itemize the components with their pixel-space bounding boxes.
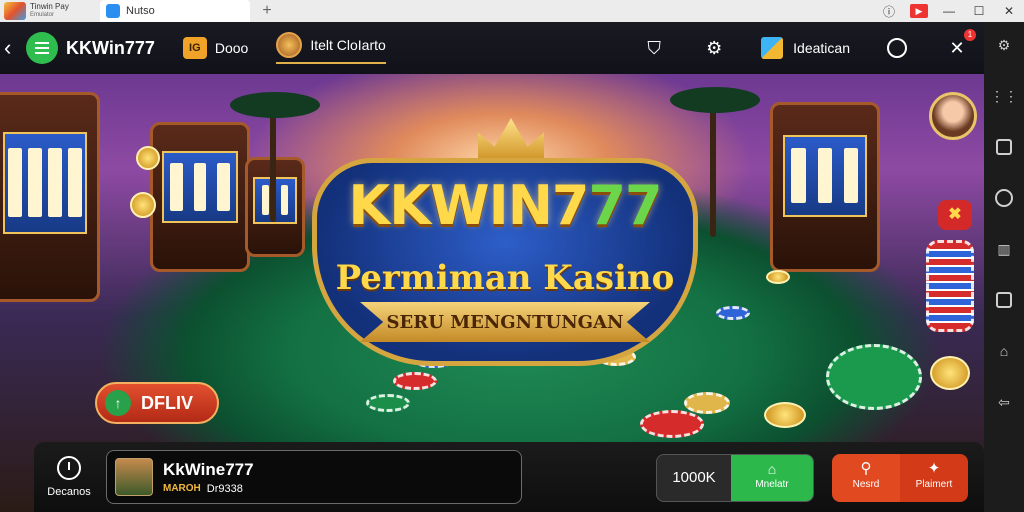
history-button[interactable]: Decanos xyxy=(34,456,104,498)
slot-reels xyxy=(783,134,867,217)
logo-ribbon-text: SERU MENGNTUNGAN xyxy=(386,311,624,333)
game-viewport[interactable]: KKWIN777 Permiman Kasino SERU MENGNTUNGA… xyxy=(0,22,984,512)
back-arrow-icon[interactable]: ⇦ xyxy=(993,391,1015,413)
play-button[interactable]: ↑ DFLIV xyxy=(95,382,219,424)
gold-coin xyxy=(766,270,790,284)
header-actions: ⛉ ⚙ Ideatican ✕ 1 xyxy=(607,22,976,74)
chip-stack-green xyxy=(826,344,922,410)
bottom-bar: Decanos KkWine777 MAROH Dr9338 1000K ⌂ M… xyxy=(34,442,984,512)
chip-icon xyxy=(276,32,303,58)
profile-icon[interactable] xyxy=(884,35,910,61)
play-button-label: DFLIV xyxy=(141,392,193,413)
host-avatar[interactable] xyxy=(929,92,977,140)
settings-icon[interactable]: ⚙ xyxy=(993,34,1015,56)
slot-machine-mid xyxy=(150,122,250,272)
app-name: Tinwin Pay Emulator xyxy=(30,3,88,19)
balance-value: 1000K xyxy=(672,469,716,486)
star-icon: ✦ xyxy=(927,460,941,477)
palm-trunk xyxy=(710,97,716,237)
emulator-sidebar: ⚙ ⋮⋮ ▥ ⌂ ⇦ xyxy=(984,22,1024,512)
gold-coin xyxy=(930,356,970,390)
nav-item-label: Dooo xyxy=(214,40,249,56)
window-icon[interactable] xyxy=(993,289,1015,311)
logo-subtitle: Permiman Kasino xyxy=(335,258,675,298)
home-icon: ⌂ xyxy=(767,461,777,477)
logo-title-digits: 77 xyxy=(588,174,662,237)
logo-title-text: KKWIN7 xyxy=(348,174,589,237)
info-icon[interactable]: ⓘ xyxy=(874,3,904,20)
player-name: KkWine777 xyxy=(163,459,254,479)
player-tag: MAROH xyxy=(163,482,201,494)
dooo-icon: IG xyxy=(182,37,207,59)
search-icon: ⚲ xyxy=(860,460,872,477)
chip-blue xyxy=(716,306,750,320)
deposit-button[interactable]: ⌂ Mnelatr xyxy=(731,455,813,501)
notification-badge: 1 xyxy=(964,29,976,41)
deposit-label: Mnelatr xyxy=(755,479,789,490)
chip-stack-tall xyxy=(926,240,974,332)
slot-reels xyxy=(162,150,238,223)
gold-coin xyxy=(764,402,806,428)
gear-icon[interactable]: ⚙ xyxy=(701,35,727,61)
palm-leaves xyxy=(230,92,320,118)
nav-item-dooo[interactable]: IG Dooo xyxy=(182,37,249,59)
logo-title: KKWIN777 xyxy=(312,174,698,237)
chip-green xyxy=(366,394,410,412)
cube-icon xyxy=(761,37,784,59)
location-icon[interactable]: ⌂ xyxy=(993,340,1015,362)
clock-icon xyxy=(57,456,81,480)
browser-tab[interactable]: Nutso xyxy=(100,0,250,22)
brand-title: KKWin777 xyxy=(66,37,155,58)
chip-red xyxy=(393,372,437,390)
volume-icon[interactable]: ▥ xyxy=(993,238,1015,260)
menu-icon[interactable] xyxy=(26,32,58,64)
chip-red xyxy=(640,410,704,438)
new-tab-plus-icon[interactable]: + xyxy=(256,2,278,20)
tab-label: Nutso xyxy=(126,5,155,17)
app-name-main: Tinwin Pay xyxy=(30,2,69,11)
history-label: Decanos xyxy=(47,486,91,498)
tab-cloud-icon xyxy=(106,4,120,18)
action-buttons: ⚲ Nesrd ✦ Plaimert xyxy=(832,454,968,502)
user-menu[interactable]: Ideatican xyxy=(761,35,850,61)
record-icon[interactable]: ▶ xyxy=(910,4,928,18)
player-id: Dr9338 xyxy=(206,482,243,495)
arrow-up-icon: ↑ xyxy=(105,390,131,416)
slot-machine-left xyxy=(0,92,100,302)
gold-coin xyxy=(136,146,160,170)
app-name-sub: Emulator xyxy=(30,12,55,18)
maximize-icon[interactable]: ☐ xyxy=(964,4,994,18)
window-controls: ⓘ ▶ — ☐ ✕ xyxy=(874,0,1024,22)
game-header: ‹ KKWin777 IG Dooo Itelt CloIarto ⛉ ⚙ Id… xyxy=(0,22,984,74)
close-icon[interactable]: ✕ 1 xyxy=(944,29,976,61)
nav-item-label: Itelt CloIarto xyxy=(310,37,386,53)
palm-trunk xyxy=(270,102,276,222)
search-label: Nesrd xyxy=(852,479,880,490)
player-avatar xyxy=(115,458,153,496)
palm-leaves xyxy=(670,87,760,113)
keyboard-icon[interactable]: ⋮⋮ xyxy=(990,85,1018,107)
close-window-icon[interactable]: ✕ xyxy=(994,4,1024,18)
search-button[interactable]: ⚲ Nesrd xyxy=(832,454,900,502)
promo-label: Plaimert xyxy=(915,479,953,490)
slot-reels xyxy=(3,131,87,234)
screenshot-icon[interactable] xyxy=(993,136,1015,158)
player-card[interactable]: KkWine777 MAROH Dr9338 xyxy=(106,450,522,504)
window-titlebar: Tinwin Pay Emulator Nutso + ⓘ ▶ — ☐ ✕ xyxy=(0,0,1024,22)
gold-coin xyxy=(130,192,156,218)
minimize-icon[interactable]: — xyxy=(934,4,964,18)
user-label: Ideatican xyxy=(793,40,850,56)
chip-gold xyxy=(684,392,730,414)
balance-widget: 1000K ⌂ Mnelatr xyxy=(656,454,814,502)
back-icon[interactable]: ‹ xyxy=(4,35,22,61)
app-logo-icon xyxy=(4,2,26,20)
home-circle-icon[interactable] xyxy=(993,187,1015,209)
gift-icon[interactable]: ✖ xyxy=(938,200,972,230)
nav-item-cloiarto[interactable]: Itelt CloIarto xyxy=(276,32,386,64)
promo-button[interactable]: ✦ Plaimert xyxy=(900,454,968,502)
shield-icon[interactable]: ⛉ xyxy=(641,35,667,61)
slot-machine-right xyxy=(770,102,880,272)
logo-ribbon: SERU MENGNTUNGAN xyxy=(360,302,650,342)
